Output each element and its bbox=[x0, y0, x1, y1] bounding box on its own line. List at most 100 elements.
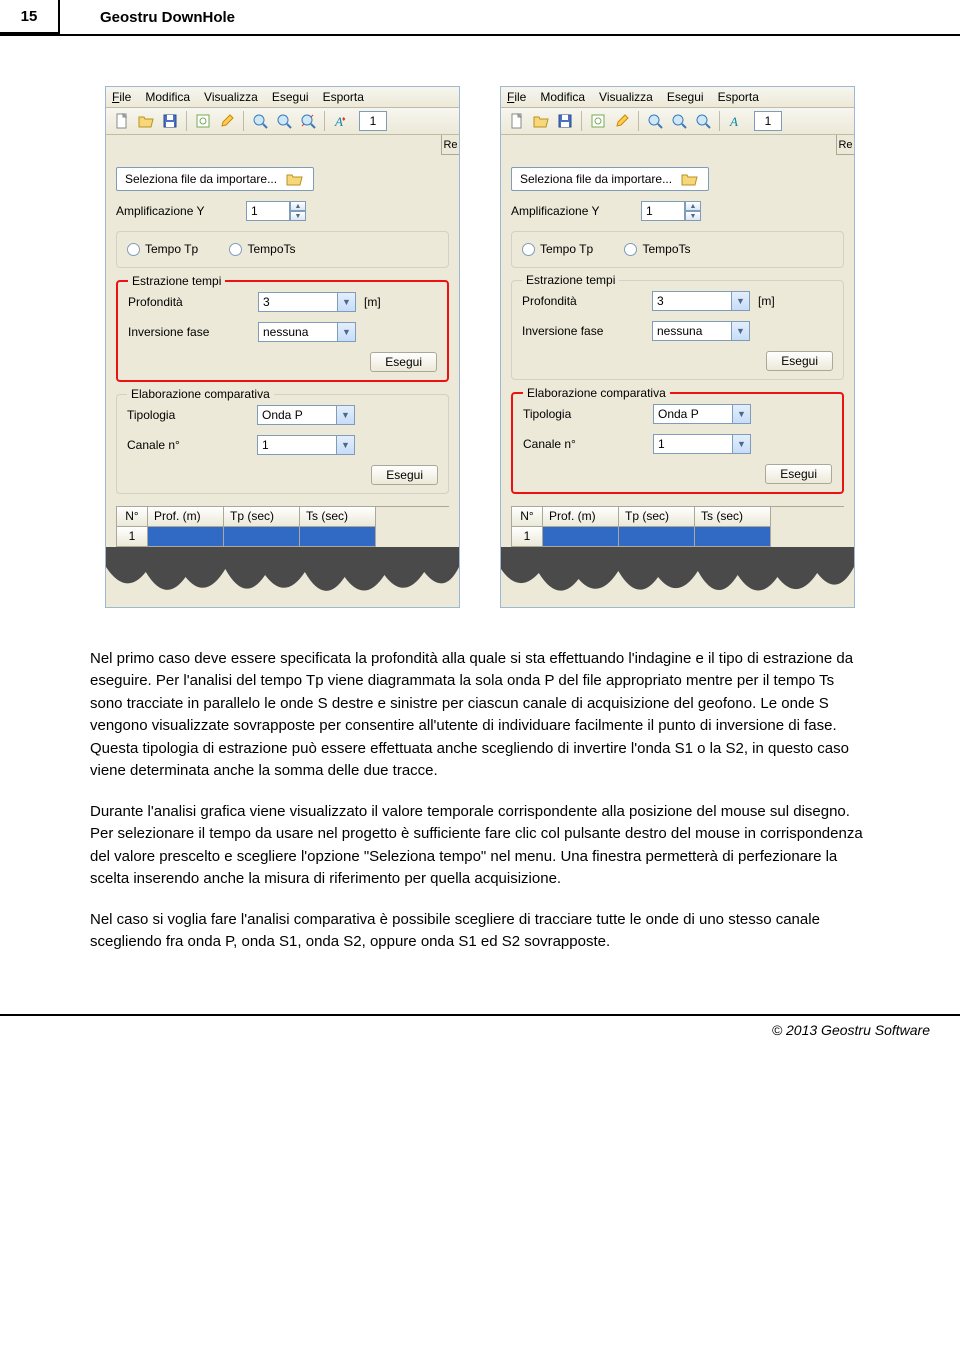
menu-visualizza[interactable]: Visualizza bbox=[599, 90, 653, 104]
open-folder-icon[interactable] bbox=[531, 111, 551, 131]
zoom-in-icon[interactable] bbox=[250, 111, 270, 131]
zoom-fit-icon[interactable] bbox=[693, 111, 713, 131]
amplification-label: Amplificazione Y bbox=[116, 204, 246, 218]
amplification-value[interactable]: 1 bbox=[641, 201, 685, 221]
chevron-down-icon[interactable]: ▼ bbox=[732, 291, 750, 311]
legend-elaborazione: Elaborazione comparativa bbox=[127, 387, 274, 401]
body-text: Nel primo caso deve essere specificata l… bbox=[0, 648, 960, 954]
tipologia-combo[interactable]: Onda P ▼ bbox=[653, 404, 751, 424]
radio-tempo-ts[interactable]: TempoTs bbox=[624, 242, 690, 256]
legend-estrazione: Estrazione tempi bbox=[522, 273, 619, 287]
radio-group: Tempo Tp TempoTs bbox=[116, 231, 449, 268]
toolbar-number-input[interactable]: 1 bbox=[359, 111, 387, 131]
amplification-value[interactable]: 1 bbox=[246, 201, 290, 221]
inversione-combo[interactable]: nessuna ▼ bbox=[652, 321, 750, 341]
spin-down-icon: ▼ bbox=[290, 211, 306, 221]
new-file-icon[interactable] bbox=[507, 111, 527, 131]
legend-estrazione: Estrazione tempi bbox=[128, 274, 225, 288]
tipologia-combo[interactable]: Onda P ▼ bbox=[257, 405, 355, 425]
chevron-down-icon[interactable]: ▼ bbox=[337, 405, 355, 425]
app-panel-right: File Modifica Visualizza Esegui Esporta … bbox=[500, 86, 855, 608]
canale-combo[interactable]: 1 ▼ bbox=[653, 434, 751, 454]
esegui-estrazione-button[interactable]: Esegui bbox=[370, 352, 437, 372]
th-ts[interactable]: Ts (sec) bbox=[300, 507, 376, 527]
chevron-down-icon[interactable]: ▼ bbox=[733, 404, 751, 424]
tipologia-label: Tipologia bbox=[127, 408, 257, 422]
menubar[interactable]: File Modifica Visualizza Esegui Esporta bbox=[106, 87, 459, 108]
th-n[interactable]: N° bbox=[511, 507, 543, 527]
th-n[interactable]: N° bbox=[116, 507, 148, 527]
chevron-down-icon[interactable]: ▼ bbox=[338, 322, 356, 342]
chevron-down-icon[interactable]: ▼ bbox=[732, 321, 750, 341]
import-file-button[interactable]: Seleziona file da importare... bbox=[116, 167, 314, 191]
amplification-spinner[interactable]: 1 ▲▼ bbox=[246, 201, 306, 221]
radio-tempo-tp[interactable]: Tempo Tp bbox=[127, 242, 198, 256]
profondita-combo[interactable]: 3 ▼ bbox=[258, 292, 356, 312]
menu-esegui[interactable]: Esegui bbox=[272, 90, 309, 104]
esegui-estrazione-button[interactable]: Esegui bbox=[766, 351, 833, 371]
menu-file[interactable]: File bbox=[112, 90, 131, 104]
profondita-unit: [m] bbox=[364, 295, 381, 309]
radio-tempo-ts[interactable]: TempoTs bbox=[229, 242, 295, 256]
save-icon[interactable] bbox=[555, 111, 575, 131]
menu-file[interactable]: File bbox=[507, 90, 526, 104]
table-row[interactable]: 1 bbox=[511, 527, 844, 547]
import-file-button[interactable]: Seleziona file da importare... bbox=[511, 167, 709, 191]
th-ts[interactable]: Ts (sec) bbox=[695, 507, 771, 527]
open-folder-icon bbox=[680, 170, 700, 188]
font-icon[interactable]: A♦ bbox=[331, 111, 351, 131]
spin-up-icon: ▲ bbox=[685, 201, 701, 211]
chevron-down-icon[interactable]: ▼ bbox=[337, 435, 355, 455]
spin-down-icon: ▼ bbox=[685, 211, 701, 221]
menubar[interactable]: File Modifica Visualizza Esegui Esporta bbox=[501, 87, 854, 108]
radio-icon bbox=[624, 243, 637, 256]
inversione-combo[interactable]: nessuna ▼ bbox=[258, 322, 356, 342]
right-panel-stub: Re bbox=[836, 135, 854, 155]
th-tp[interactable]: Tp (sec) bbox=[224, 507, 300, 527]
amplification-spinner[interactable]: 1 ▲▼ bbox=[641, 201, 701, 221]
profondita-unit: [m] bbox=[758, 294, 775, 308]
esegui-elaborazione-button[interactable]: Esegui bbox=[371, 465, 438, 485]
esegui-elaborazione-button[interactable]: Esegui bbox=[765, 464, 832, 484]
preview-icon[interactable] bbox=[588, 111, 608, 131]
menu-esporta[interactable]: Esporta bbox=[718, 90, 759, 104]
toolbar-number-input[interactable]: 1 bbox=[754, 111, 782, 131]
menu-esegui[interactable]: Esegui bbox=[667, 90, 704, 104]
menu-esporta[interactable]: Esporta bbox=[323, 90, 364, 104]
radio-icon bbox=[127, 243, 140, 256]
zoom-out-icon[interactable] bbox=[669, 111, 689, 131]
edit-icon[interactable] bbox=[612, 111, 632, 131]
th-tp[interactable]: Tp (sec) bbox=[619, 507, 695, 527]
menu-modifica[interactable]: Modifica bbox=[540, 90, 585, 104]
open-folder-icon[interactable] bbox=[136, 111, 156, 131]
chevron-down-icon[interactable]: ▼ bbox=[338, 292, 356, 312]
th-prof[interactable]: Prof. (m) bbox=[148, 507, 224, 527]
zoom-out-icon[interactable] bbox=[274, 111, 294, 131]
preview-icon[interactable] bbox=[193, 111, 213, 131]
save-icon[interactable] bbox=[160, 111, 180, 131]
menu-visualizza[interactable]: Visualizza bbox=[204, 90, 258, 104]
edit-icon[interactable] bbox=[217, 111, 237, 131]
amplification-label: Amplificazione Y bbox=[511, 204, 641, 218]
radio-tempo-tp[interactable]: Tempo Tp bbox=[522, 242, 593, 256]
fieldset-estrazione: Estrazione tempi Profondità 3 ▼ [m] Inve… bbox=[511, 280, 844, 380]
page-number: 15 bbox=[0, 0, 60, 34]
page-header: 15 Geostru DownHole bbox=[0, 0, 960, 36]
profondita-label: Profondità bbox=[128, 295, 258, 309]
th-prof[interactable]: Prof. (m) bbox=[543, 507, 619, 527]
results-table: N° Prof. (m) Tp (sec) Ts (sec) 1 bbox=[511, 506, 844, 547]
canale-label: Canale n° bbox=[127, 438, 257, 452]
new-file-icon[interactable] bbox=[112, 111, 132, 131]
paragraph-3: Nel caso si voglia fare l'analisi compar… bbox=[90, 909, 870, 954]
canale-combo[interactable]: 1 ▼ bbox=[257, 435, 355, 455]
chevron-down-icon[interactable]: ▼ bbox=[733, 434, 751, 454]
profondita-combo[interactable]: 3 ▼ bbox=[652, 291, 750, 311]
zoom-in-icon[interactable] bbox=[645, 111, 665, 131]
zoom-fit-icon[interactable] bbox=[298, 111, 318, 131]
svg-text:A: A bbox=[729, 114, 738, 129]
menu-modifica[interactable]: Modifica bbox=[145, 90, 190, 104]
table-row[interactable]: 1 bbox=[116, 527, 449, 547]
font-icon[interactable]: A bbox=[726, 111, 746, 131]
fieldset-elaborazione: Elaborazione comparativa Tipologia Onda … bbox=[511, 392, 844, 494]
inversione-label: Inversione fase bbox=[522, 324, 652, 338]
